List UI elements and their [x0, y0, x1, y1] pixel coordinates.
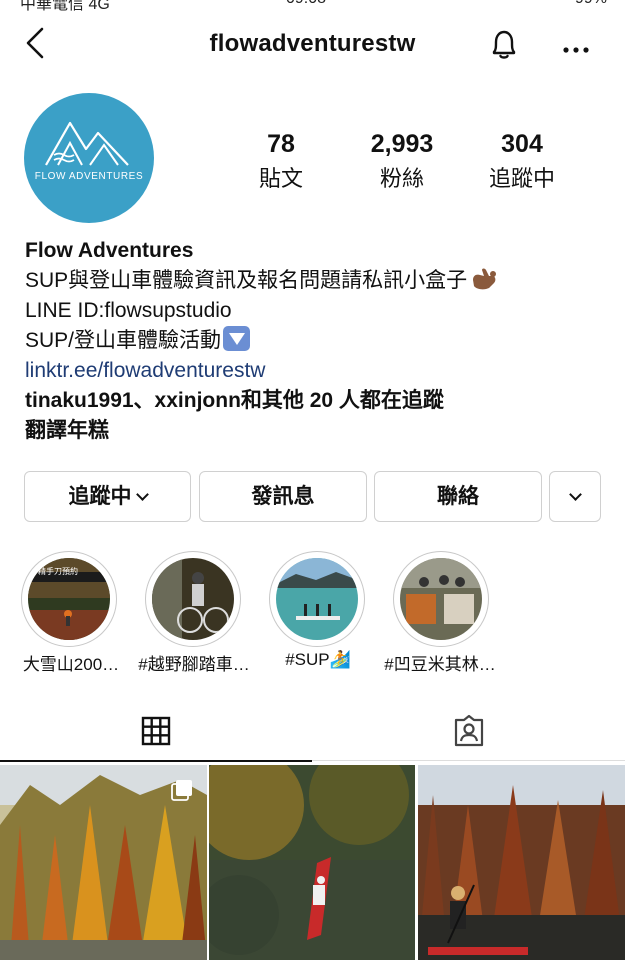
tab-divider [312, 760, 625, 761]
suggested-accounts-button[interactable] [549, 471, 601, 522]
battery-text: 99% [575, 0, 607, 8]
chevron-down-icon [135, 488, 149, 501]
message-button-label: 發訊息 [251, 485, 315, 508]
post-thumbnail[interactable] [209, 765, 415, 960]
tagged-icon [454, 714, 484, 747]
more-options-icon[interactable] [561, 26, 591, 60]
contact-button[interactable]: 聯絡 [374, 471, 542, 522]
multiple-photos-icon [171, 780, 192, 801]
translate-link[interactable]: 翻譯年糕 [25, 416, 615, 446]
highlight-thumbnail [276, 558, 358, 640]
status-bar: 中華電信 4G 09:08 99% [0, 0, 625, 13]
page-title: flowadventurestw [209, 30, 416, 57]
tab-grid[interactable] [0, 710, 312, 762]
highlight-label: #越野腳踏車… [138, 655, 250, 674]
highlight-item[interactable]: 精手刀預約 [21, 551, 117, 647]
avatar-brand-text: FLOW ADVENTURES [34, 171, 144, 182]
post-thumbnail[interactable] [0, 765, 207, 960]
followed-by-text[interactable]: tinaku1991、xxinjonn和其他 20 人都在追蹤 [25, 386, 615, 416]
stat-label: 粉絲 [379, 166, 424, 191]
mountain-logo-icon [45, 121, 129, 166]
highlight-item[interactable] [269, 551, 365, 647]
highlight-thumbnail [400, 558, 482, 640]
highlight-label: #SUP🏄 [285, 650, 351, 669]
bio-line: LINE ID:flowsupstudio [25, 299, 232, 322]
stat-number: 2,993 [370, 130, 434, 158]
chevron-down-icon [568, 488, 582, 501]
highlight-ring [393, 551, 489, 647]
posts-count[interactable]: 78 貼文 [221, 130, 341, 193]
carrier-text: 中華電信 4G [20, 0, 110, 13]
post-thumbnail[interactable] [418, 765, 625, 960]
stat-label: 貼文 [258, 166, 303, 191]
profile-bio: Flow Adventures SUP與登山車體驗資訊及報名問題請私訊小盒子 L… [25, 236, 615, 446]
highlight-ring [145, 551, 241, 647]
contact-button-label: 聯絡 [437, 485, 479, 508]
following-button[interactable]: 追蹤中 [24, 471, 191, 522]
highlight-label: 大雪山200… [22, 655, 120, 674]
highlight-thumbnail [152, 558, 234, 640]
grid-icon [141, 716, 171, 746]
down-arrow-button-icon [223, 326, 251, 351]
highlight-item[interactable] [393, 551, 489, 647]
following-count[interactable]: 304 追蹤中 [462, 130, 582, 193]
clock-text: 09:08 [286, 0, 326, 8]
avatar[interactable]: FLOW ADVENTURES [24, 93, 154, 223]
active-tab-indicator [0, 760, 312, 762]
profile-header: flowadventurestw [0, 18, 625, 70]
message-button[interactable]: 發訊息 [199, 471, 367, 522]
stat-label: 追蹤中 [488, 166, 555, 191]
highlight-ring [269, 551, 365, 647]
display-name: Flow Adventures [25, 239, 194, 262]
stat-number: 78 [267, 130, 295, 158]
stat-number: 304 [501, 130, 543, 158]
bell-icon[interactable] [486, 26, 522, 62]
call-me-hand-icon [473, 268, 497, 290]
bio-line: SUP與登山車體驗資訊及報名問題請私訊小盒子 [25, 266, 615, 296]
bio-line: SUP/登山車體驗活動 [25, 326, 615, 356]
tab-tagged[interactable] [312, 710, 625, 762]
highlight-caption: 精手刀預約 [38, 567, 78, 576]
highlight-ring: 精手刀預約 [21, 551, 117, 647]
bio-link[interactable]: linktr.ee/flowadventurestw [25, 356, 615, 386]
following-button-label: 追蹤中 [68, 485, 132, 508]
highlight-item[interactable] [145, 551, 241, 647]
followers-count[interactable]: 2,993 粉絲 [342, 130, 462, 193]
highlight-label: #凹豆米其林… [384, 655, 496, 674]
highlight-thumbnail: 精手刀預約 [28, 558, 110, 640]
